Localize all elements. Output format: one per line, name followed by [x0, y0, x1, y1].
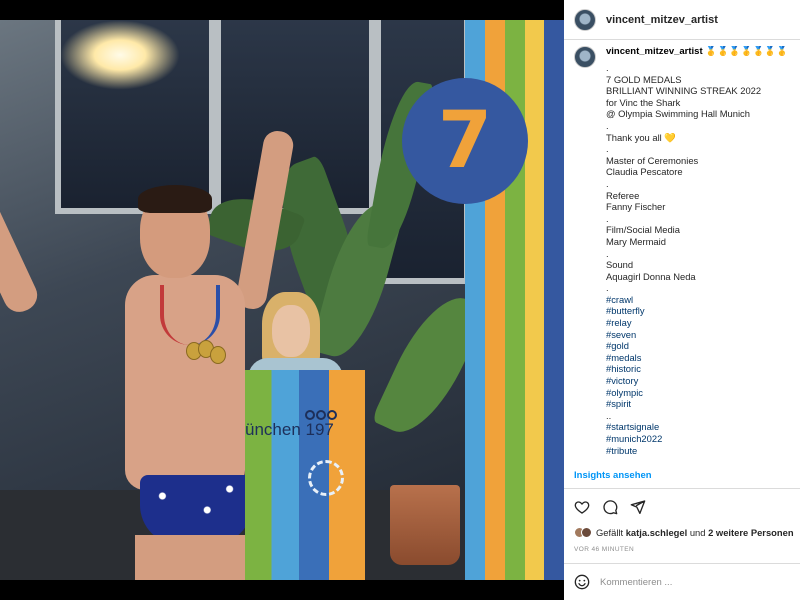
post-photo[interactable]: 7 ünchen 197: [0, 20, 564, 580]
caption-line: Referee: [606, 189, 640, 201]
likes-others[interactable]: 2 weitere Personen: [708, 527, 793, 538]
hashtag-link[interactable]: #tribute: [606, 445, 800, 457]
heart-icon[interactable]: [574, 499, 590, 515]
photo-lamp: [60, 20, 180, 90]
action-icons: [574, 499, 646, 515]
caption-line: Claudia Pescatore: [606, 166, 683, 178]
caption-body: .7 GOLD MEDALS BRILLIANT WINNING STREAK 2…: [606, 62, 800, 456]
hashtag-link[interactable]: #medals: [606, 352, 800, 364]
stripe: [544, 20, 564, 580]
caption-username[interactable]: vincent_mitzev_artist: [606, 46, 703, 57]
hashtag-link[interactable]: #historic: [606, 363, 800, 375]
hashtag-link[interactable]: #seven: [606, 329, 800, 341]
comment-input[interactable]: Kommentieren ...: [600, 577, 672, 588]
emoji-icon[interactable]: [574, 574, 590, 590]
caption-line: .: [606, 119, 609, 131]
badge-number: 7: [437, 96, 493, 186]
caption-line: Thank you all 💛: [606, 131, 677, 143]
hashtag-link[interactable]: #spirit: [606, 398, 800, 410]
post-header: vincent_mitzev_artist: [564, 0, 800, 40]
caption-medals: 🥇🥇🥇🥇🥇🥇🥇: [705, 46, 789, 57]
hashtag-link[interactable]: #olympic: [606, 387, 800, 399]
caption-line: BRILLIANT WINNING STREAK 2022: [606, 85, 762, 97]
hashtag-link[interactable]: #munich2022: [606, 433, 800, 445]
post-sidebar: vincent_mitzev_artist vincent_mitzev_art…: [564, 0, 800, 600]
caption-title: vincent_mitzev_artist 🥇🥇🥇🥇🥇🥇🥇: [606, 46, 788, 58]
header-username[interactable]: vincent_mitzev_artist: [606, 14, 718, 26]
caption-line: .: [606, 212, 609, 224]
hashtag-link[interactable]: #relay: [606, 317, 800, 329]
medal-ribbons: [160, 285, 220, 345]
liker-avatar: [581, 527, 592, 538]
caption-line: .: [606, 247, 609, 259]
likes-mid: und: [689, 527, 706, 538]
caption-line: Aquagirl Donna Neda: [606, 270, 696, 282]
share-icon[interactable]: [630, 499, 646, 515]
stripe: [525, 20, 544, 580]
gold-medal: [210, 346, 226, 364]
likes-summary: Gefällt katja.schlegel und 2 weitere Per…: [574, 527, 794, 538]
post-viewer: 7 ünchen 197 vincent_mitzev_artist vince…: [0, 0, 800, 600]
caption-line: .: [606, 177, 609, 189]
comment-icon[interactable]: [602, 499, 618, 515]
insights-link[interactable]: Insights ansehen: [574, 470, 652, 481]
caption-line: Sound: [606, 259, 634, 271]
comment-bar: Kommentieren ...: [564, 563, 800, 600]
woman-face: [272, 305, 310, 357]
hashtag-link[interactable]: #startsignale: [606, 421, 800, 433]
olympic-rings-icon: [305, 410, 341, 430]
caption-line: for Vinc the Shark: [606, 96, 681, 108]
caption-line: .: [606, 282, 609, 294]
plant-pot: [390, 485, 460, 565]
hashtag-link[interactable]: #gold: [606, 340, 800, 352]
caption-line: .: [606, 62, 609, 73]
caption-line: .: [606, 143, 609, 155]
caption-line: Mary Mermaid: [606, 235, 666, 247]
post-timestamp: VOR 46 MINUTEN: [574, 546, 635, 553]
hashtag-link[interactable]: #butterfly: [606, 305, 800, 317]
hashtag-link[interactable]: #victory: [606, 375, 800, 387]
likes-user[interactable]: katja.schlegel: [626, 527, 688, 538]
caption-line: Master of Ceremonies: [606, 154, 699, 166]
caption-line: Fanny Fischer: [606, 201, 666, 213]
number-badge: 7: [402, 78, 528, 204]
likes-prefix: Gefällt: [596, 527, 624, 538]
caption-line: ..: [606, 409, 612, 421]
munich-olympic-flag: [245, 370, 365, 580]
olympic-sun-emblem-icon: [308, 460, 344, 496]
caption: vincent_mitzev_artist 🥇🥇🥇🥇🥇🥇🥇 .7 GOLD ME…: [574, 46, 800, 460]
avatar[interactable]: [574, 46, 596, 68]
caption-line: 7 GOLD MEDALS: [606, 73, 682, 85]
caption-line: @ Olympia Swimming Hall Munich: [606, 108, 750, 120]
hashtag-link[interactable]: #crawl: [606, 294, 800, 306]
man-hair: [138, 185, 212, 213]
avatar[interactable]: [574, 8, 596, 31]
man-legs: [135, 535, 245, 580]
caption-line: Film/Social Media: [606, 224, 680, 236]
